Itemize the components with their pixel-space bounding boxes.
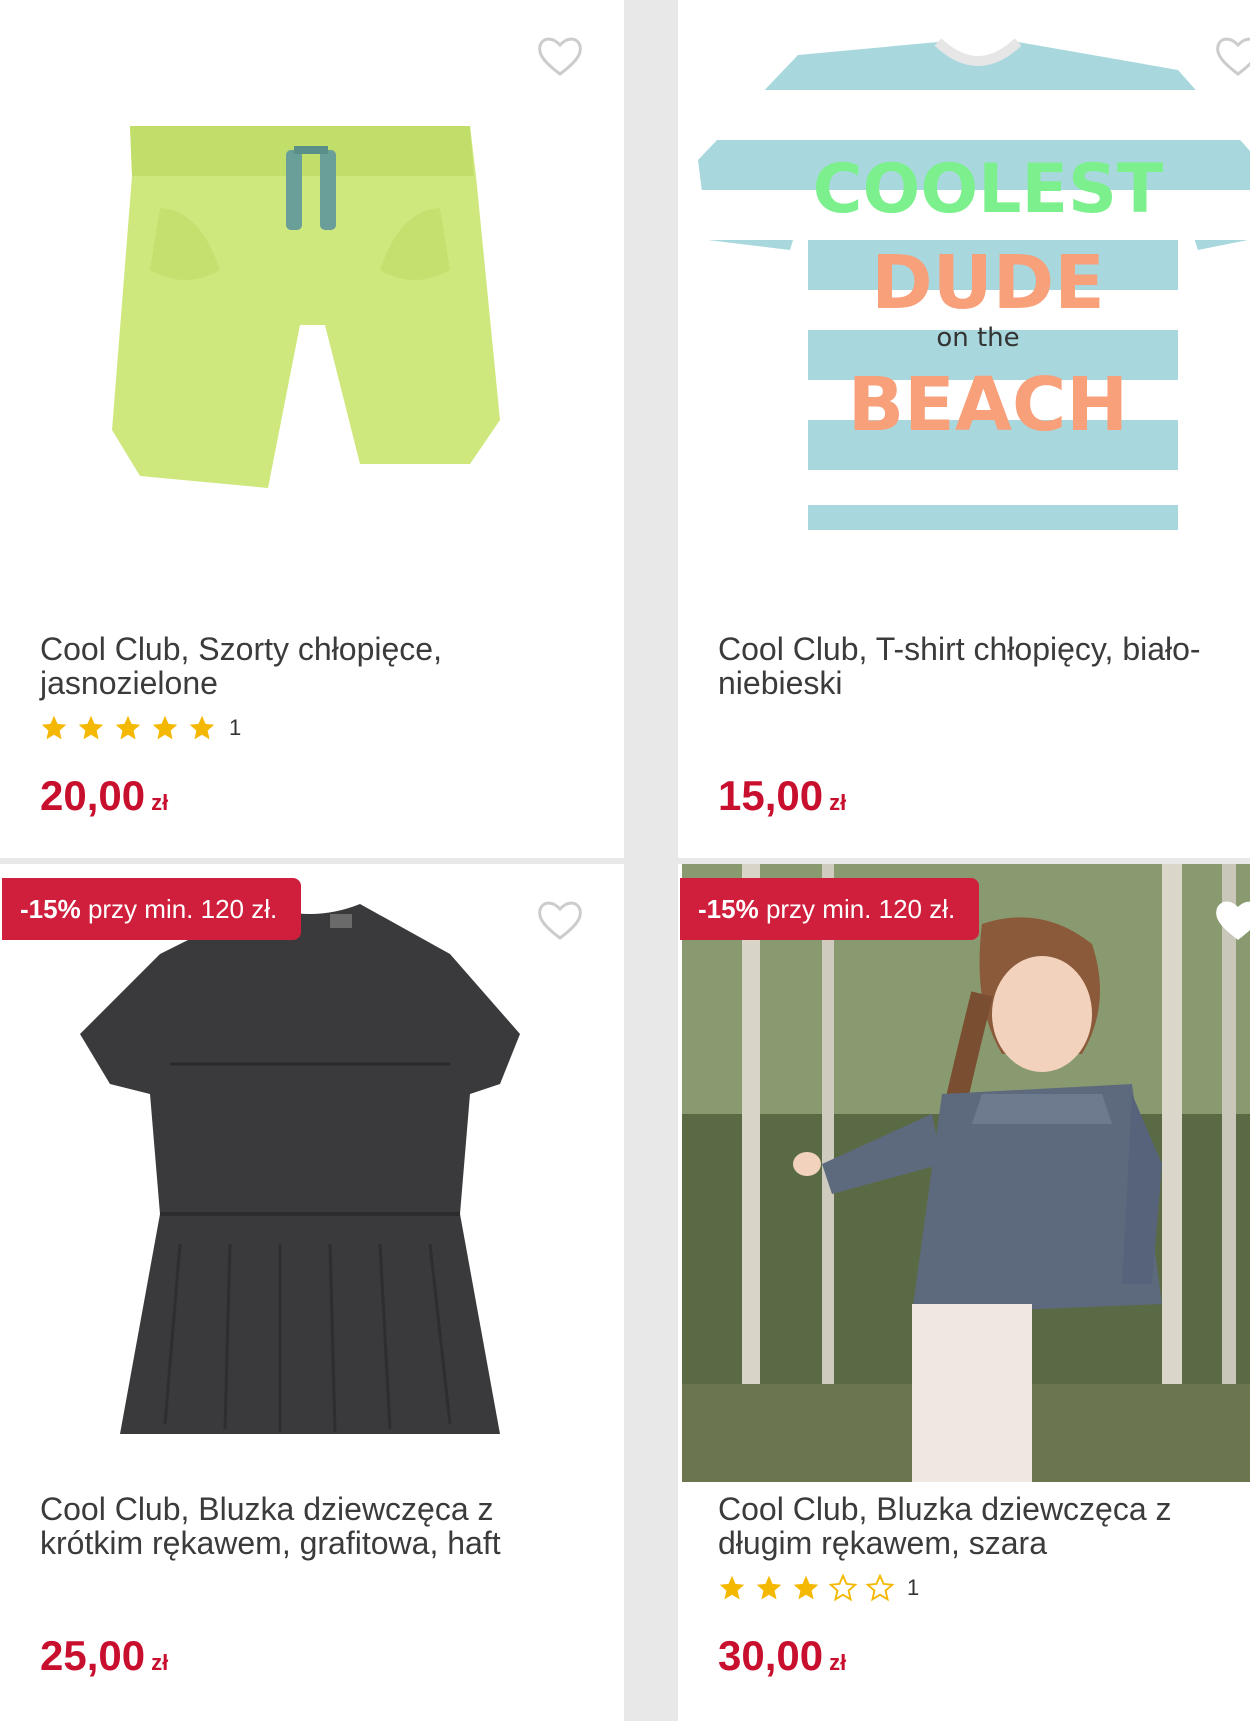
discount-badge: -15% przy min. 120 zł. (680, 878, 980, 940)
svg-text:BEACH: BEACH (848, 362, 1128, 448)
star-icon (719, 1575, 745, 1600)
heart-icon[interactable] (536, 34, 584, 78)
price-value: 25,00 (40, 1632, 146, 1679)
product-card[interactable]: Cool Club, Szorty chłopięce, jasnozielon… (0, 0, 624, 858)
product-title[interactable]: Cool Club, Bluzka dziewczęca z krótkim r… (40, 1492, 570, 1560)
product-card[interactable]: COOLEST DUDE on the BEACH Cool Club, T-s… (678, 0, 1250, 858)
currency: zł (151, 790, 169, 815)
product-price: 15,00 zł (718, 772, 846, 820)
rating-count: 1 (907, 1575, 920, 1600)
star-icon (78, 715, 104, 740)
rating: 1 (40, 714, 241, 742)
svg-text:DUDE: DUDE (871, 240, 1105, 326)
product-price: 20,00 zł (40, 772, 168, 820)
product-image[interactable] (0, 0, 624, 600)
product-card[interactable]: -15% przy min. 120 zł. Cool Club, Bluzka… (0, 864, 624, 1721)
product-title[interactable]: Cool Club, T-shirt chłopięcy, biało-nieb… (718, 632, 1238, 700)
badge-text: przy min. 120 zł. (87, 894, 278, 924)
product-card[interactable]: -15% przy min. 120 zł. Cool Club, Bluzka… (678, 864, 1250, 1721)
product-title[interactable]: Cool Club, Bluzka dziewczęca z długim rę… (718, 1492, 1238, 1560)
heart-icon[interactable] (536, 898, 584, 942)
discount-badge: -15% przy min. 120 zł. (2, 878, 302, 940)
price-value: 30,00 (718, 1632, 824, 1679)
price-value: 20,00 (40, 772, 146, 819)
product-grid: Cool Club, Szorty chłopięce, jasnozielon… (0, 0, 1250, 1721)
product-price: 25,00 zł (40, 1632, 168, 1680)
star-icon (756, 1575, 782, 1600)
price-value: 15,00 (718, 772, 824, 819)
rating: 1 (718, 1574, 919, 1602)
product-price: 30,00 zł (718, 1632, 846, 1680)
shirt-text: COOLEST (813, 150, 1164, 229)
badge-discount: -15% (698, 894, 759, 924)
star-icon (189, 715, 215, 740)
currency: zł (829, 790, 847, 815)
star-empty-icon (829, 1574, 857, 1602)
product-image[interactable] (0, 864, 624, 1464)
heart-icon[interactable] (1214, 898, 1250, 942)
badge-discount: -15% (20, 894, 81, 924)
product-title[interactable]: Cool Club, Szorty chłopięce, jasnozielon… (40, 632, 570, 700)
currency: zł (151, 1650, 169, 1675)
star-empty-icon (866, 1574, 894, 1602)
product-image[interactable] (682, 864, 1250, 1482)
rating-count: 1 (229, 715, 242, 740)
badge-text: przy min. 120 zł. (765, 894, 956, 924)
product-image[interactable]: COOLEST DUDE on the BEACH (678, 0, 1250, 600)
star-icon (115, 715, 141, 740)
currency: zł (829, 1650, 847, 1675)
heart-icon[interactable] (1214, 34, 1250, 78)
star-icon (793, 1575, 819, 1600)
star-icon (152, 715, 178, 740)
star-icon (41, 715, 67, 740)
svg-text:on the: on the (936, 323, 1019, 353)
